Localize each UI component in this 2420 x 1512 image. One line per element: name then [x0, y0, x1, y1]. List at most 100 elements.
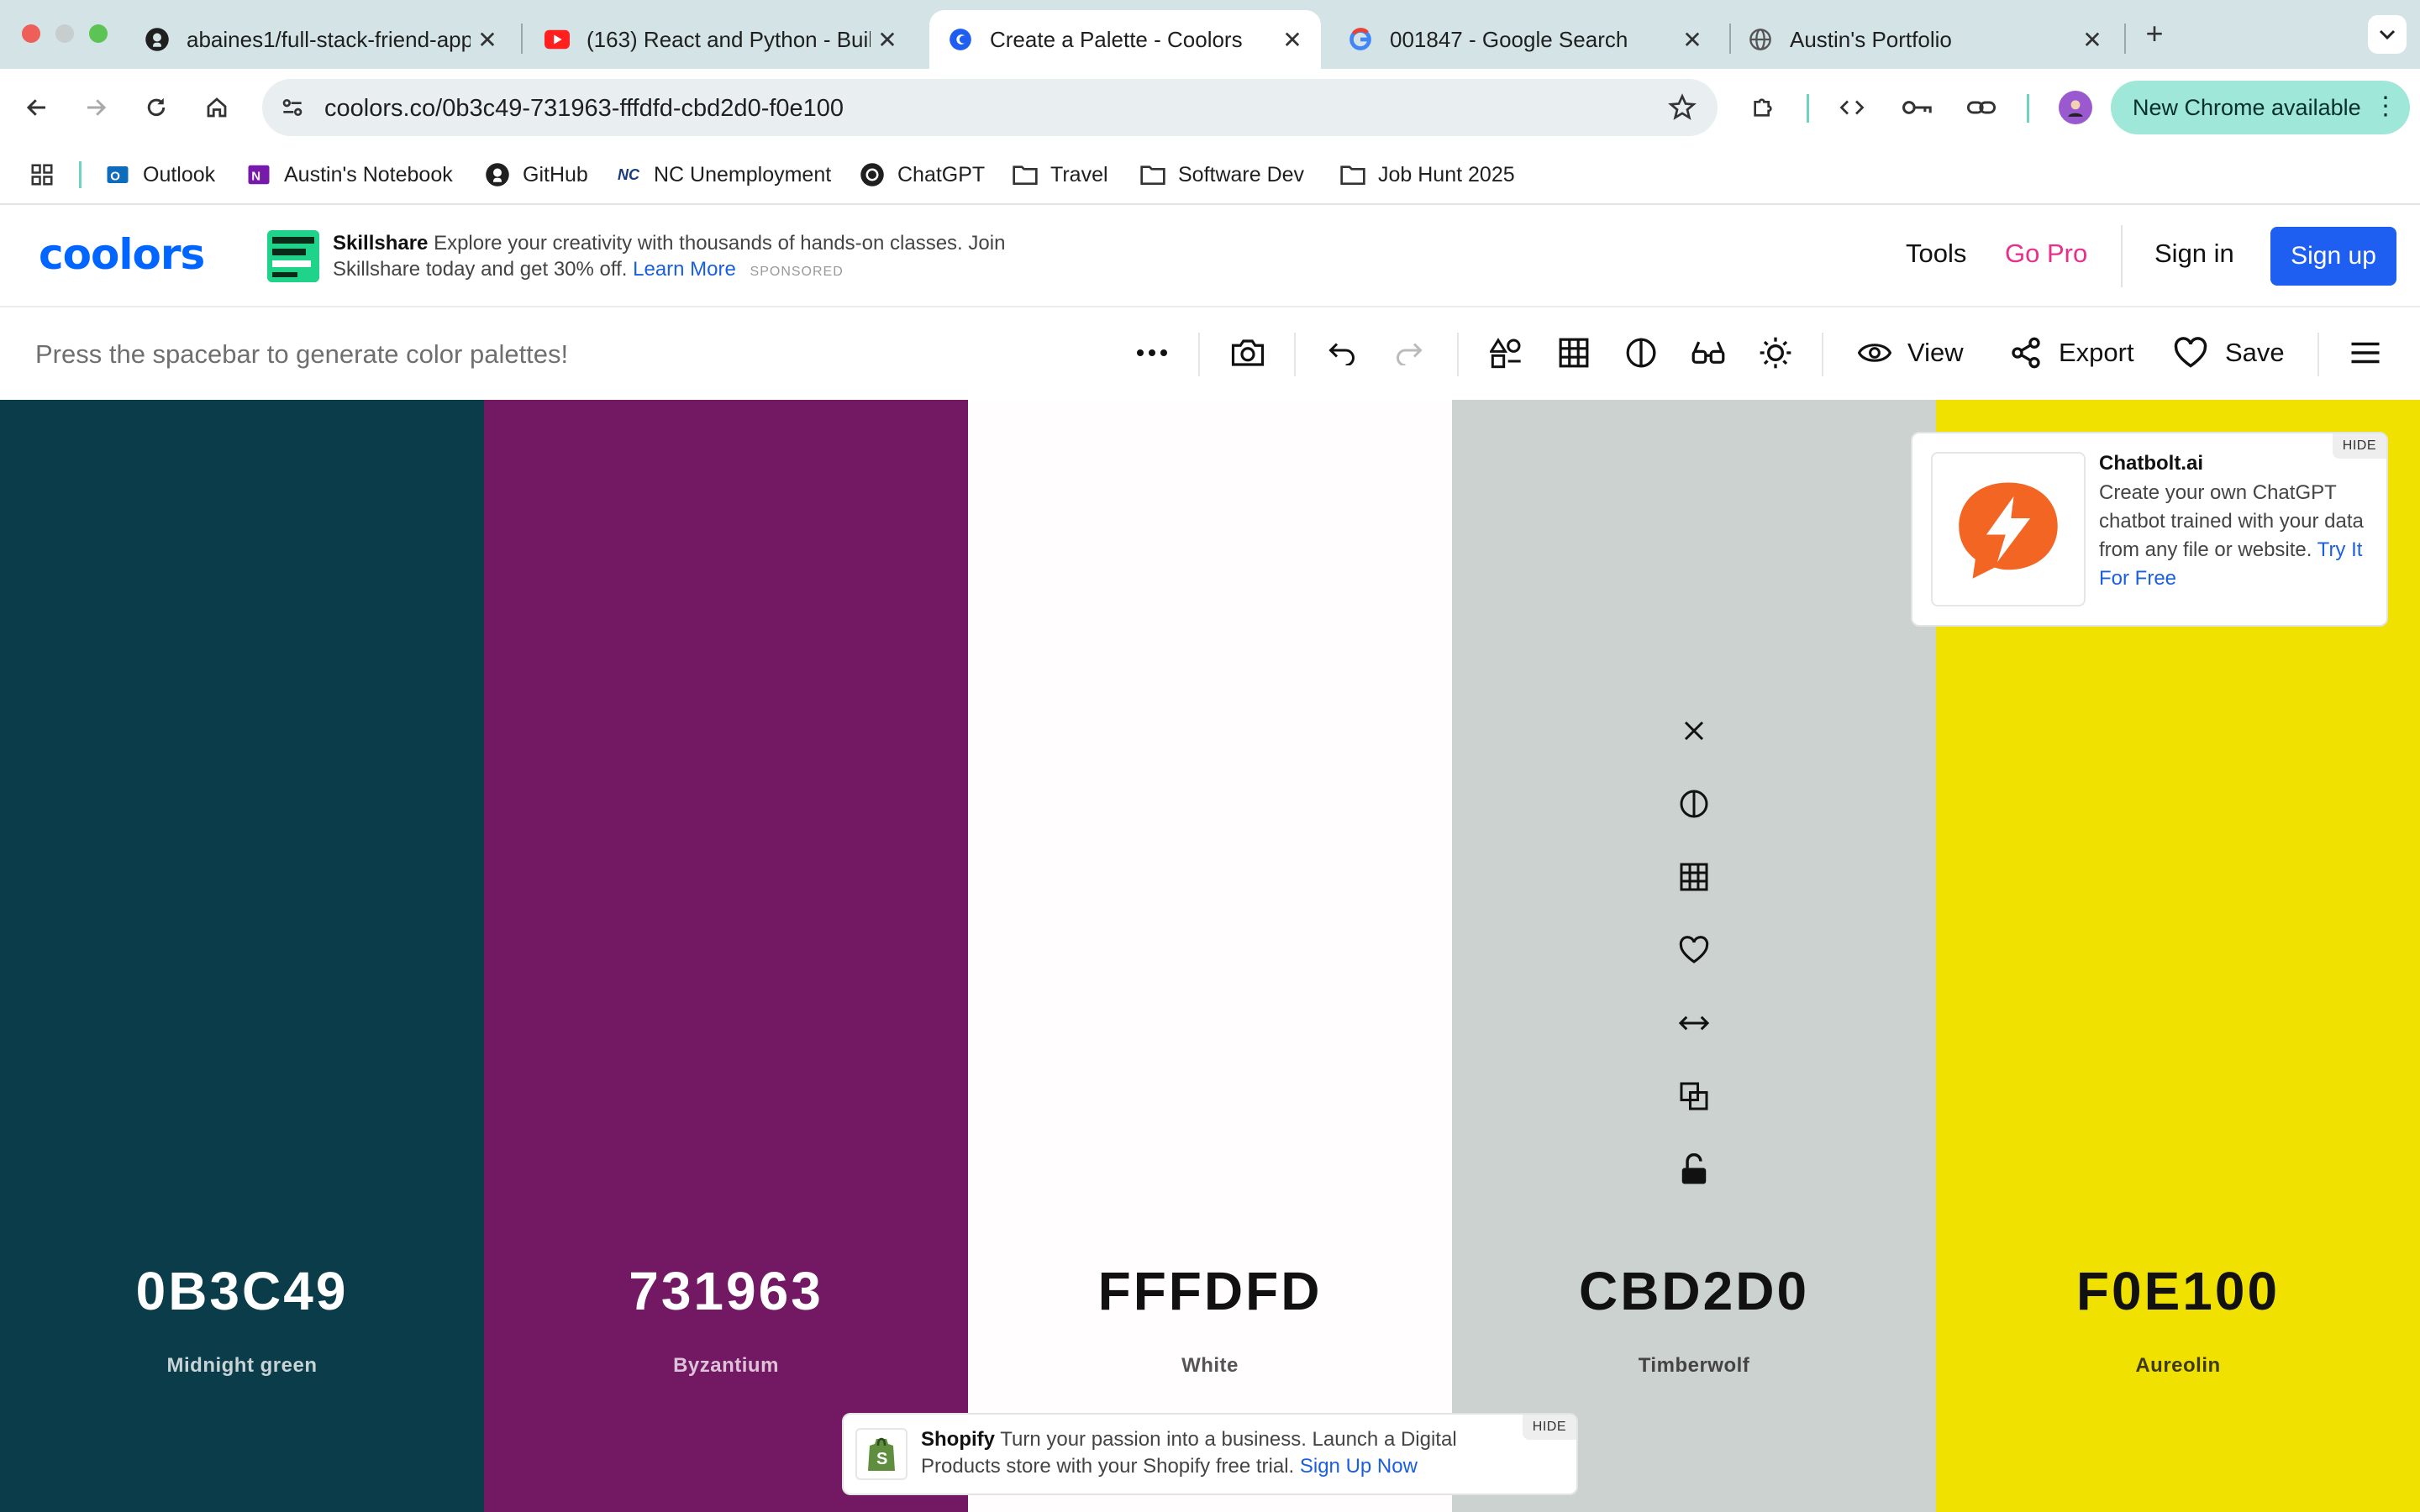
forward-button[interactable] [76, 87, 116, 128]
tab-portfolio[interactable]: Austin's Portfolio ✕ [1729, 10, 2121, 69]
undo-icon [1328, 343, 1355, 365]
undo-button[interactable] [1323, 333, 1361, 372]
tab-separator [2124, 24, 2126, 54]
reload-button[interactable] [136, 87, 176, 128]
tab-github[interactable]: abaines1/full-stack-friend-app ✕ [126, 10, 516, 69]
apps-button[interactable] [29, 160, 67, 190]
svg-text:O: O [110, 169, 120, 183]
close-window-button[interactable] [22, 24, 40, 43]
sign-in-link[interactable]: Sign in [2154, 239, 2234, 269]
ad-sign-up-link[interactable]: Sign Up Now [1300, 1455, 1418, 1478]
chatbolt-logo[interactable] [1931, 452, 2086, 606]
ad-learn-more-link[interactable]: Learn More [633, 258, 736, 281]
bookmark-folder-travel[interactable]: Travel [1012, 160, 1108, 190]
bookmark-label: Travel [1050, 162, 1108, 186]
header-divider [2121, 225, 2123, 287]
close-tab-icon[interactable]: ✕ [1676, 26, 1709, 54]
palette-column-3[interactable]: FFFDFD White [968, 400, 1452, 1512]
close-tab-icon[interactable]: ✕ [471, 26, 504, 54]
bookmark-chatgpt[interactable]: ChatGPT [859, 160, 985, 190]
color-name[interactable]: White [968, 1354, 1452, 1378]
export-button[interactable]: Export [2059, 338, 2134, 368]
view-shades-button[interactable] [1555, 333, 1593, 372]
link-button[interactable] [1961, 87, 2002, 128]
shopify-logo[interactable]: S [855, 1428, 908, 1480]
back-button[interactable] [17, 87, 57, 128]
heart-icon[interactable] [2171, 333, 2210, 372]
browser-toolbar: coolors.co/0b3c49-731963-fffdfd-cbd2d0-f… [0, 69, 2420, 146]
bookmark-label: Software Dev [1178, 162, 1305, 186]
hide-ad-button[interactable]: HIDE [1522, 1415, 1576, 1440]
go-pro-link[interactable]: Go Pro [2005, 239, 2087, 269]
password-manager-button[interactable] [1897, 87, 1938, 128]
devtools-button[interactable] [1832, 87, 1872, 128]
more-options-button[interactable] [1133, 333, 1171, 372]
color-hex-code[interactable]: FFFDFD [968, 1260, 1452, 1322]
tab-youtube[interactable]: (163) React and Python - Buil ✕ [526, 10, 916, 69]
bookmark-nc-unemployment[interactable]: NC NC Unemployment [615, 160, 831, 190]
palette-column-1[interactable]: 0B3C49 Midnight green [0, 400, 484, 1512]
palette-column-2[interactable]: 731963 Byzantium [484, 400, 968, 1512]
contrast-icon[interactable] [1669, 779, 1719, 829]
close-tab-icon[interactable]: ✕ [2075, 26, 2109, 54]
home-button[interactable] [197, 87, 237, 128]
color-name[interactable]: Midnight green [0, 1354, 484, 1378]
heart-icon[interactable] [1669, 925, 1719, 975]
bookmark-austins-notebook[interactable]: N Austin's Notebook [245, 160, 453, 190]
close-icon[interactable] [1669, 706, 1719, 756]
camera-icon [1231, 339, 1265, 366]
color-hex-code[interactable]: 731963 [484, 1260, 968, 1322]
skillshare-ad-thumbnail[interactable] [267, 230, 319, 282]
color-blindness-button[interactable] [1689, 333, 1728, 372]
share-icon[interactable] [2007, 333, 2045, 372]
tools-link[interactable]: Tools [1906, 239, 1966, 269]
hamburger-menu-button[interactable] [2346, 333, 2385, 372]
unlock-icon[interactable] [1669, 1144, 1719, 1194]
sign-up-button[interactable]: Sign up [2270, 227, 2396, 286]
svg-text:N: N [251, 169, 260, 183]
new-tab-button[interactable]: + [2136, 15, 2173, 52]
color-name[interactable]: Aureolin [1936, 1354, 2420, 1378]
tab-google-search[interactable]: 001847 - Google Search ✕ [1329, 10, 1721, 69]
tab-search-button[interactable] [2368, 15, 2407, 54]
color-hex-code[interactable]: 0B3C49 [0, 1260, 484, 1322]
kebab-menu-icon[interactable]: ⋮ [2373, 92, 2398, 121]
bookmark-label: GitHub [523, 162, 588, 186]
bookmark-folder-software-dev[interactable]: Software Dev [1139, 160, 1304, 190]
view-eye-icon[interactable] [1855, 333, 1894, 372]
color-name[interactable]: Byzantium [484, 1354, 968, 1378]
adjust-palette-button[interactable] [1487, 333, 1526, 372]
address-bar[interactable]: coolors.co/0b3c49-731963-fffdfd-cbd2d0-f… [262, 79, 1718, 136]
palette-column-4[interactable]: CBD2D0 Timberwolf [1452, 400, 1936, 1512]
close-tab-icon[interactable]: ✕ [1276, 26, 1309, 54]
camera-button[interactable] [1228, 333, 1267, 372]
bookmark-github[interactable]: GitHub [484, 160, 588, 190]
color-hex-code[interactable]: F0E100 [1936, 1260, 2420, 1322]
brightness-button[interactable] [1756, 333, 1795, 372]
color-hex-code[interactable]: CBD2D0 [1452, 1260, 1936, 1322]
extensions-button[interactable] [1743, 87, 1783, 128]
minimize-window-button[interactable] [55, 24, 74, 43]
bookmark-star-icon[interactable] [1667, 92, 1697, 123]
site-settings-icon[interactable] [279, 94, 306, 121]
save-button[interactable]: Save [2225, 338, 2285, 368]
new-chrome-available-button[interactable]: New Chrome available ⋮ [2111, 81, 2410, 134]
shades-grid-icon[interactable] [1669, 852, 1719, 902]
color-name[interactable]: Timberwolf [1452, 1354, 1936, 1378]
bookmark-outlook[interactable]: O Outlook [104, 160, 215, 190]
apps-grid-icon [29, 161, 55, 188]
maximize-window-button[interactable] [89, 24, 108, 43]
coolors-logo[interactable]: coolors [39, 230, 205, 279]
profile-avatar[interactable] [2059, 91, 2092, 124]
drag-arrows-icon[interactable] [1669, 998, 1719, 1048]
tab-coolors[interactable]: Create a Palette - Coolors ✕ [929, 10, 1321, 69]
hide-ad-button[interactable]: HIDE [2332, 433, 2386, 459]
close-tab-icon[interactable]: ✕ [871, 26, 904, 54]
copy-icon[interactable] [1669, 1071, 1719, 1121]
view-button[interactable]: View [1907, 338, 1964, 368]
bookmark-label: Job Hunt 2025 [1378, 162, 1515, 186]
contrast-checker-button[interactable] [1622, 333, 1660, 372]
github-icon [484, 161, 511, 188]
redo-button[interactable] [1390, 333, 1428, 372]
bookmark-folder-job-hunt[interactable]: Job Hunt 2025 [1339, 160, 1515, 190]
